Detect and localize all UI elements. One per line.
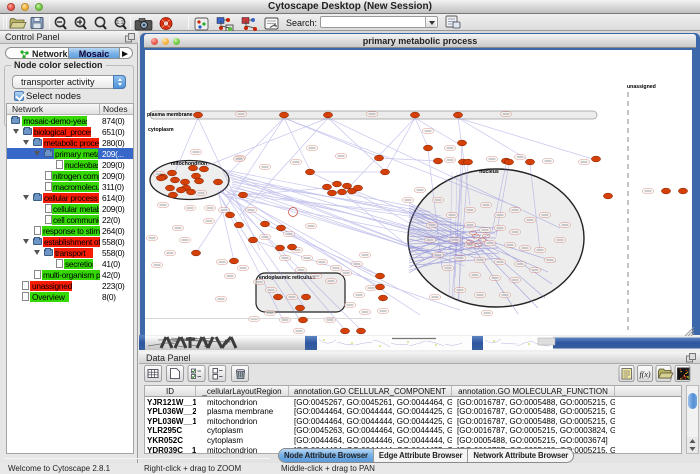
svg-text:unassigned: unassigned	[627, 84, 656, 90]
svg-text:f(x): f(x)	[639, 370, 650, 379]
svg-text:nucleus: nucleus	[479, 169, 499, 175]
svg-text:cytoplasm: cytoplasm	[148, 127, 174, 133]
svg-text:1:1: 1:1	[117, 20, 124, 26]
svg-text:endoplasmic reticulum: endoplasmic reticulum	[259, 275, 316, 281]
svg-text:plasma membrane: plasma membrane	[147, 112, 193, 118]
